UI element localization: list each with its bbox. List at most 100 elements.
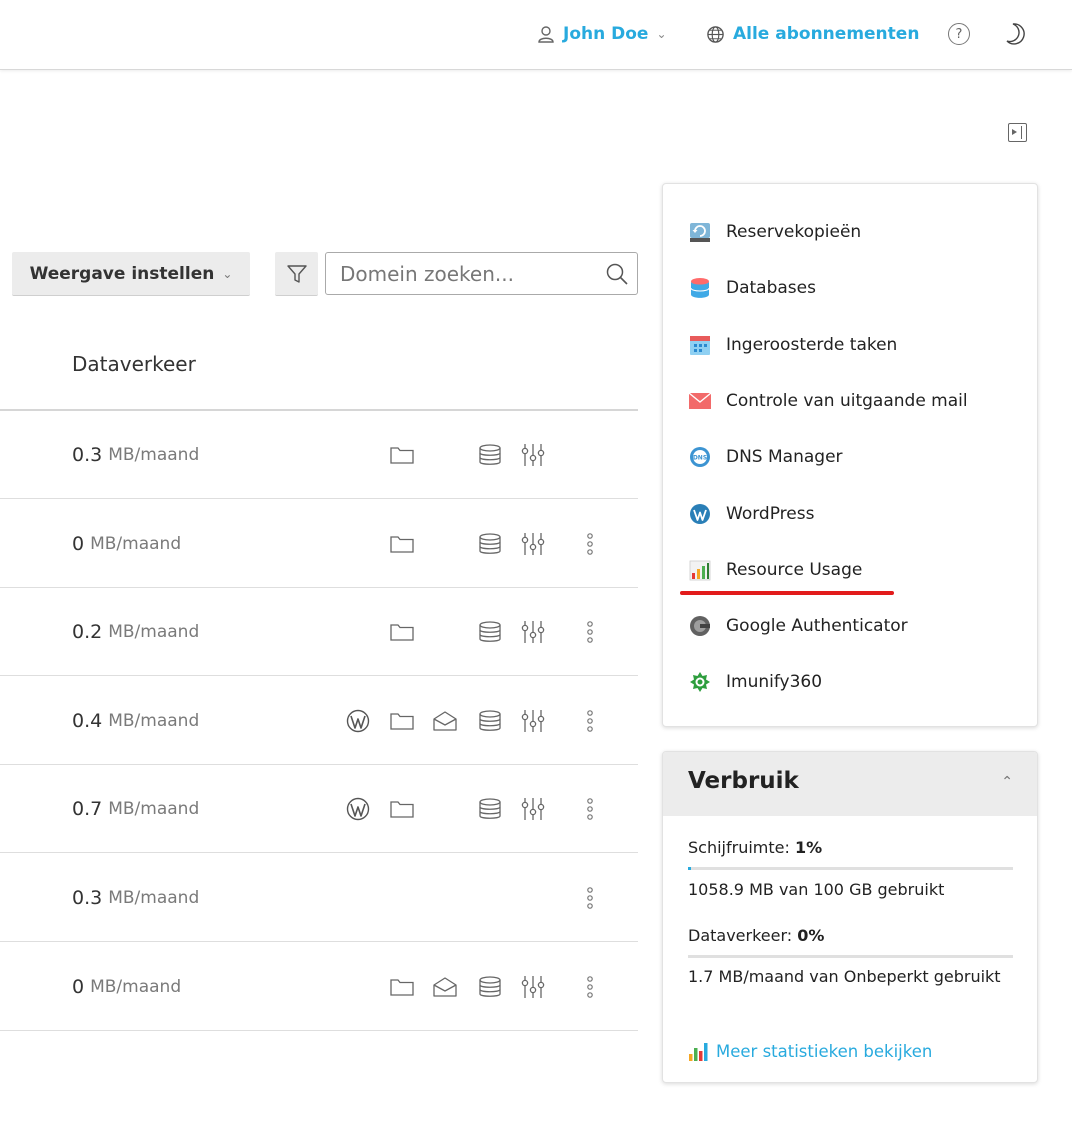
chevron-down-icon: ⌄ (656, 27, 667, 41)
highlight-underline (680, 591, 894, 595)
more-options-icon[interactable] (577, 885, 603, 911)
tool-item-label: Imunify360 (726, 672, 823, 693)
wordpress-icon[interactable] (345, 708, 371, 734)
traffic-cell: 0 MB/maand (72, 500, 181, 588)
tool-item-ingeroosterde-taken[interactable]: Ingeroosterde taken (688, 330, 897, 360)
settings-sliders-icon[interactable] (520, 442, 546, 468)
view-settings-button[interactable]: Weergave instellen ⌄ (12, 252, 250, 296)
traffic-cell: 0.4 MB/maand (72, 677, 199, 765)
authenticator-icon (688, 614, 712, 638)
table-row: 0 MB/maand (0, 943, 638, 1031)
traffic-unit: MB/maand (108, 888, 200, 908)
subscriptions-button[interactable]: Alle abonnementen (706, 22, 919, 46)
usage-header[interactable]: Verbruik ⌃ (663, 752, 1037, 816)
column-header-traffic[interactable]: Dataverkeer (72, 352, 196, 376)
settings-sliders-icon[interactable] (520, 974, 546, 1000)
settings-sliders-icon[interactable] (520, 708, 546, 734)
tool-item-label: Google Authenticator (726, 616, 908, 637)
mail-icon[interactable] (432, 974, 458, 1000)
database-icon[interactable] (477, 531, 503, 557)
more-options-icon[interactable] (577, 619, 603, 645)
tool-item-dns-manager[interactable]: DNS DNS Manager (688, 442, 843, 472)
folder-icon[interactable] (389, 442, 415, 468)
traffic-cell: 0.2 MB/maand (72, 588, 199, 676)
traffic-value: 0 (72, 975, 85, 998)
traffic-unit: MB/maand (108, 799, 200, 820)
traffic-label: Dataverkeer: (688, 926, 793, 945)
imunify-icon (688, 670, 712, 694)
disk-usage-detail: 1058.9 MB van 100 GB gebruikt (688, 880, 945, 899)
table-row: 0.7 MB/maand (0, 765, 638, 854)
dns-icon: DNS (688, 445, 712, 469)
folder-icon[interactable] (389, 619, 415, 645)
tool-item-label: Ingeroosterde taken (726, 334, 898, 355)
tool-item-label: Databases (726, 278, 816, 299)
tool-item-wordpress[interactable]: WordPress (688, 499, 814, 529)
traffic-value: 0.3 (72, 444, 103, 466)
database-icon[interactable] (477, 708, 503, 734)
traffic-cell: 0 MB/maand (72, 943, 181, 1031)
settings-sliders-icon[interactable] (520, 619, 546, 645)
traffic-value: 0 (72, 532, 85, 555)
settings-sliders-icon[interactable] (520, 796, 546, 822)
traffic-usage-detail: 1.7 MB/maand van Onbeperkt gebruikt (688, 967, 1001, 986)
disk-percent: 1% (794, 838, 823, 857)
search-icon[interactable] (605, 262, 629, 286)
tool-item-databases[interactable]: Databases (688, 273, 816, 303)
tool-item-google-authenticator[interactable]: Google Authenticator (688, 611, 908, 641)
wordpress-icon[interactable] (345, 796, 371, 822)
usage-panel: Verbruik ⌃ Schijfruimte: 1% 1058.9 MB va… (662, 751, 1038, 1083)
envelope-icon (688, 389, 712, 413)
folder-icon[interactable] (389, 708, 415, 734)
folder-icon[interactable] (389, 531, 415, 557)
more-options-icon[interactable] (577, 531, 603, 557)
user-icon (538, 26, 554, 43)
folder-icon[interactable] (389, 974, 415, 1000)
user-menu-button[interactable]: John Doe ⌄ (537, 22, 667, 46)
help-icon[interactable]: ? (948, 23, 970, 45)
disk-usage-label: Schijfruimte: 1% (688, 838, 822, 857)
traffic-percent: 0% (797, 926, 825, 945)
table-row: 0.4 MB/maand (0, 677, 638, 765)
mail-icon[interactable] (432, 708, 458, 734)
domain-search (325, 252, 638, 295)
dark-mode-toggle[interactable] (1004, 22, 1028, 50)
tool-item-imunify360[interactable]: Imunify360 (688, 667, 822, 697)
top-header: John Doe ⌄ Alle abonnementen ? (0, 0, 1072, 70)
folder-icon[interactable] (389, 796, 415, 822)
disk-label: Schijfruimte: (688, 838, 790, 857)
filter-button[interactable] (275, 252, 318, 296)
tool-item-controle-uitgaande-mail[interactable]: Controle van uitgaande mail (688, 386, 968, 416)
svg-text:DNS: DNS (693, 455, 707, 462)
tool-item-resource-usage[interactable]: Resource Usage (688, 555, 862, 585)
database-icon[interactable] (477, 619, 503, 645)
traffic-unit: MB/maand (90, 533, 182, 554)
database-icon[interactable] (477, 974, 503, 1000)
bar-chart-icon (688, 558, 712, 582)
more-statistics-link[interactable]: Meer statistieken bekijken (688, 1040, 932, 1062)
chevron-up-icon[interactable]: ⌃ (1001, 774, 1013, 790)
database-icon[interactable] (477, 442, 503, 468)
more-options-icon[interactable] (577, 708, 603, 734)
more-options-icon[interactable] (577, 974, 603, 1000)
traffic-cell: 0.7 MB/maand (72, 765, 199, 853)
view-settings-label: Weergave instellen (29, 263, 215, 284)
panel-toggle-icon[interactable] (1008, 123, 1027, 142)
traffic-cell: 0.3 MB/maand (72, 854, 199, 942)
traffic-value: 0.7 (72, 798, 103, 821)
traffic-unit: MB/maand (108, 710, 200, 731)
traffic-unit: MB/maand (108, 622, 200, 643)
tool-item-reservekopieen[interactable]: Reservekopieën (688, 217, 861, 247)
table-row: 0.3 MB/maand (0, 411, 638, 499)
disk-progress-fill (688, 867, 692, 870)
wordpress-icon (688, 502, 712, 526)
search-input[interactable] (326, 253, 596, 294)
settings-sliders-icon[interactable] (520, 531, 546, 557)
calendar-icon (688, 333, 712, 357)
table-row: 0 MB/maand (0, 500, 638, 588)
tool-item-label: Resource Usage (726, 559, 863, 580)
table-row: 0.2 MB/maand (0, 588, 638, 677)
more-options-icon[interactable] (577, 796, 603, 822)
tool-item-label: DNS Manager (726, 447, 843, 468)
database-icon[interactable] (477, 796, 503, 822)
